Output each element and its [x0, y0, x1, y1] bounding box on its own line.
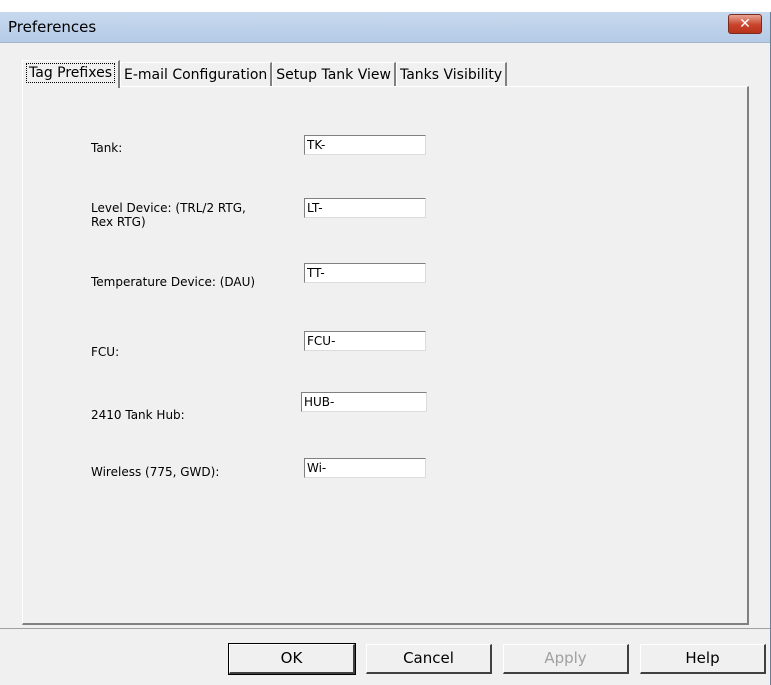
tab-email-configuration[interactable]: E-mail Configuration	[120, 62, 273, 87]
apply-button[interactable]: Apply	[503, 644, 629, 674]
tank-prefix-input[interactable]	[304, 135, 426, 155]
caption-strip	[0, 0, 771, 12]
dialog-button-bar: OK Cancel Apply Help	[0, 628, 770, 685]
wireless-prefix-input[interactable]	[304, 458, 426, 478]
level-device-prefix-input[interactable]	[304, 198, 426, 218]
tab-strip: Tag Prefixes E-mail Configuration Setup …	[22, 60, 508, 88]
tab-setup-tank-view[interactable]: Setup Tank View	[272, 62, 396, 87]
tab-email-configuration-label: E-mail Configuration	[124, 67, 268, 83]
close-button[interactable]: ✕	[728, 14, 762, 34]
tab-tanks-visibility-label: Tanks Visibility	[399, 67, 503, 83]
wireless-label: Wireless (775, GWD):	[91, 465, 220, 479]
cancel-button[interactable]: Cancel	[366, 644, 492, 674]
help-button[interactable]: Help	[640, 644, 766, 674]
tab-tanks-visibility[interactable]: Tanks Visibility	[395, 62, 508, 87]
temperature-device-label: Temperature Device: (DAU)	[91, 275, 256, 289]
tank-label: Tank:	[91, 141, 123, 155]
close-icon: ✕	[739, 16, 751, 32]
tab-tag-prefixes[interactable]: Tag Prefixes	[22, 60, 120, 88]
tank-hub-label: 2410 Tank Hub:	[91, 408, 185, 422]
title-bar[interactable]: Preferences ✕	[0, 12, 770, 43]
fcu-prefix-input[interactable]	[304, 331, 426, 351]
button-bar-divider	[0, 628, 770, 629]
level-device-label-line2: Rex RTG)	[91, 215, 146, 229]
window-title: Preferences	[8, 18, 97, 36]
temperature-device-prefix-input[interactable]	[304, 263, 426, 283]
fcu-label: FCU:	[91, 345, 120, 359]
preferences-dialog: Preferences ✕ Tag Prefixes E-mail Config…	[0, 0, 771, 685]
tab-setup-tank-view-label: Setup Tank View	[276, 67, 391, 83]
tab-tag-prefixes-label: Tag Prefixes	[26, 63, 115, 83]
level-device-label-line1: Level Device: (TRL/2 RTG,	[91, 201, 246, 215]
tank-hub-prefix-input[interactable]	[301, 392, 427, 412]
tag-prefixes-panel: Tank: Level Device: (TRL/2 RTG, Rex RTG)…	[22, 86, 749, 625]
ok-button[interactable]: OK	[228, 643, 356, 675]
